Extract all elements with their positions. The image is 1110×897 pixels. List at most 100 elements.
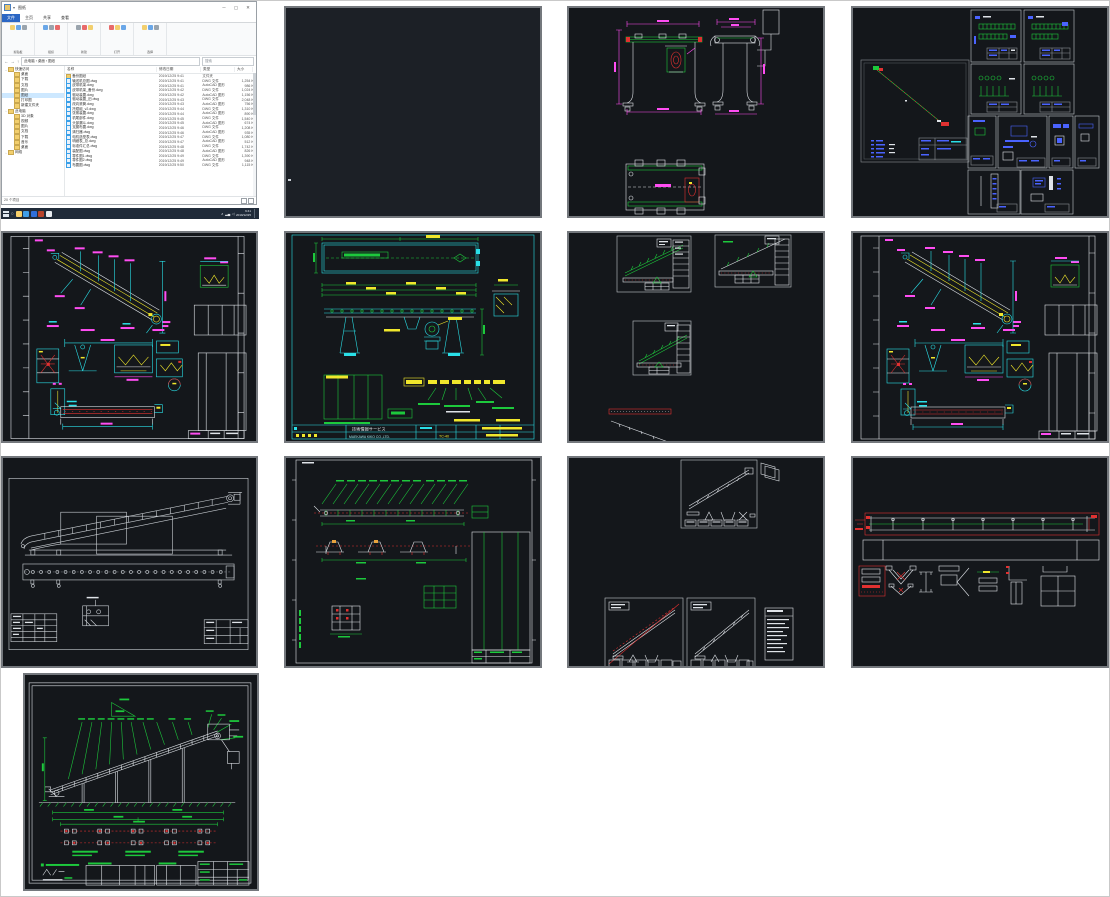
ribbon-icon[interactable] — [147, 25, 153, 30]
ribbon-icon[interactable] — [42, 25, 48, 30]
ribbon-icon[interactable] — [120, 25, 126, 30]
ribbon-icon[interactable] — [21, 25, 27, 30]
ribbon-group-1[interactable]: 组织 — [35, 23, 68, 55]
tab-1[interactable]: 主页 — [20, 14, 38, 22]
taskbar-search-icon[interactable]: ○ — [11, 211, 14, 216]
file-date: 2019/12/25 9:41 — [158, 79, 184, 84]
file-date: 2019/12/25 9:43 — [158, 97, 184, 102]
taskbar-doc-app-icon[interactable] — [45, 210, 52, 217]
wireframe-sheet-drawing — [8, 478, 249, 650]
column-header-3[interactable]: 大小 — [235, 67, 253, 72]
folder-icon — [8, 150, 14, 156]
status-bar: 20 个项目 — [2, 196, 256, 204]
details-view-icon[interactable] — [241, 197, 247, 204]
ribbon-group-label: 选择 — [146, 50, 153, 54]
ribbon-group-3[interactable]: 打开 — [101, 23, 134, 55]
file-type: DWG 文件 — [202, 162, 219, 167]
svg-text:TC-40: TC-40 — [439, 435, 449, 439]
tab-3[interactable]: 查看 — [56, 14, 74, 22]
breadcrumb[interactable]: 此电脑 › 桌面 › 图纸 — [21, 56, 200, 66]
tray-expand-icon[interactable]: ∧ — [221, 212, 224, 216]
taskbar-clock[interactable]: 9:41 2019/12/25 — [236, 209, 251, 217]
taskbar-browser-icon[interactable] — [23, 210, 30, 217]
taskbar-explorer-icon[interactable] — [15, 210, 22, 217]
ribbon-tabs: 文件 主页 共享 查看 — [2, 13, 256, 23]
file-list: 备份图纸 2019/12/25 9:41 文件夹 输送机总图.dwg 2019/12/2… — [65, 73, 256, 168]
assembly-sheet-drawing — [860, 235, 1098, 440]
mini-wireframe-drawing — [604, 459, 794, 666]
minimize-button[interactable]: ─ — [218, 5, 230, 10]
file-explorer-window: ▾ 图纸 ─ ▢ ✕ 文件 主页 共享 查看 剪贴板 组织 新建 打开 选择 ← → ↑ 此电… — [1, 1, 257, 205]
ribbon-icon[interactable] — [108, 25, 114, 30]
ribbon-icon[interactable] — [9, 25, 15, 30]
ribbon-icon[interactable] — [54, 25, 60, 30]
ribbon-group-0[interactable]: 剪贴板 — [2, 23, 35, 55]
file-date: 2019/12/25 9:48 — [158, 149, 184, 154]
file-date: 2019/12/25 9:44 — [158, 107, 184, 112]
network-icon[interactable]: ▂▄ — [225, 212, 230, 216]
up-button[interactable]: ↑ — [17, 59, 19, 64]
file-row[interactable]: 布置图.dwg 2019/12/25 9:50 DWG 文件 1,115 KB — [65, 162, 256, 168]
ribbon-group-4[interactable]: 选择 — [134, 23, 167, 55]
file-date: 2019/12/25 9:47 — [158, 139, 184, 144]
quick-access-toolbar[interactable]: ▾ — [13, 5, 15, 10]
volume-icon[interactable]: ◁ — [232, 212, 235, 216]
title-bar[interactable]: ▾ 图纸 ─ ▢ ✕ — [2, 2, 256, 13]
ribbon-group-label: 剪贴板 — [13, 50, 23, 54]
ribbon-icon[interactable] — [141, 25, 147, 30]
cad-sheet-m — [23, 673, 259, 891]
ribbon-group-2[interactable]: 新建 — [68, 23, 101, 55]
tab-0[interactable]: 文件 — [2, 14, 20, 22]
file-date: 2019/12/25 9:45 — [158, 116, 184, 121]
taskbar-cad-app-icon[interactable] — [38, 210, 45, 217]
cad-sheet-e — [1, 231, 258, 443]
ribbon-group-label: 打开 — [113, 50, 120, 54]
ribbon-icon[interactable] — [75, 25, 81, 30]
scrollbar-thumb[interactable] — [253, 73, 256, 115]
assembly-sheet-drawing — [10, 236, 247, 439]
file-date: 2019/12/25 9:44 — [158, 111, 184, 116]
ribbon-icon[interactable] — [114, 25, 120, 30]
file-date: 2019/12/25 9:49 — [158, 154, 184, 159]
column-header-0[interactable]: 名称 — [65, 67, 157, 72]
column-headers: 名称 修改日期 类型 大小 — [65, 66, 256, 74]
file-date: 2019/12/25 9:42 — [158, 88, 184, 93]
cad-sheet-k — [567, 456, 825, 668]
close-button[interactable]: ✕ — [242, 5, 254, 11]
forward-button[interactable]: → — [11, 59, 16, 64]
back-button[interactable]: ← — [4, 59, 9, 64]
bench-drawing — [614, 9, 780, 215]
cad-sheet-h — [851, 231, 1109, 443]
tab-2[interactable]: 共享 — [38, 14, 56, 22]
file-date: 2019/12/25 9:41 — [158, 74, 184, 79]
sidebar-item-16[interactable]: › 网络 — [2, 150, 64, 156]
cad-sheet-l — [851, 456, 1109, 668]
installation-sheet-drawing — [28, 682, 252, 886]
explorer-app-icon — [4, 4, 11, 11]
column-header-1[interactable]: 修改日期 — [157, 67, 201, 72]
column-header-2[interactable]: 类型 — [201, 67, 235, 72]
scrollbar[interactable] — [253, 73, 256, 196]
thumbnail-view-icon[interactable] — [248, 197, 254, 204]
ribbon-icon[interactable] — [87, 25, 93, 30]
start-button[interactable] — [3, 210, 9, 217]
ribbon-icon[interactable] — [81, 25, 87, 30]
svg-text:技術情報サービス: 技術情報サービス — [352, 426, 386, 433]
system-tray[interactable]: ∧ ▂▄ ◁ 9:41 2019/12/25 — [221, 209, 257, 218]
sheet-set-drawing — [860, 9, 1100, 215]
maximize-button[interactable]: ▢ — [230, 5, 242, 11]
cad-sheet-j — [284, 456, 542, 668]
search-input[interactable]: 搜索 — [202, 56, 254, 66]
file-date: 2019/12/25 9:45 — [158, 121, 184, 126]
cad-sheet-blank — [284, 6, 542, 218]
stray-entity-dot — [288, 179, 291, 181]
file-date: 2019/12/25 9:42 — [158, 93, 184, 98]
file-date: 2019/12/25 9:43 — [158, 102, 184, 107]
ribbon-icon[interactable] — [48, 25, 54, 30]
show-desktop-button[interactable] — [254, 209, 257, 218]
ribbon-icon[interactable] — [15, 25, 21, 30]
ribbon: 剪贴板 组织 新建 打开 选择 — [2, 23, 256, 56]
ribbon-icon[interactable] — [153, 25, 159, 30]
mini-sheets-drawing — [608, 234, 792, 441]
taskbar-app-icon[interactable] — [30, 210, 37, 217]
